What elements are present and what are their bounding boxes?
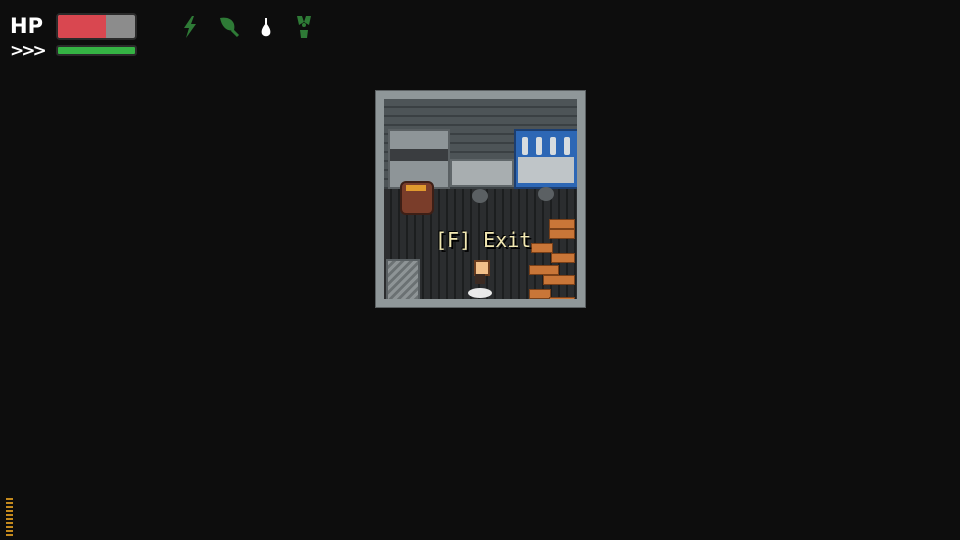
workbench[interactable] — [450, 159, 514, 187]
bunk-shelf — [388, 129, 450, 189]
crate — [529, 289, 551, 299]
wrench-icon — [564, 137, 570, 155]
exit-stairs[interactable] — [386, 259, 420, 299]
status-effects — [178, 14, 316, 40]
stamina-icon: >>> — [10, 41, 47, 61]
hp-label: HP — [10, 14, 43, 38]
crate — [549, 229, 575, 239]
drop-icon — [261, 18, 271, 37]
stamina-bar — [56, 45, 137, 56]
barrel[interactable] — [400, 181, 434, 215]
corner-indicator — [6, 498, 13, 536]
exit-prompt: [F] Exit — [435, 228, 532, 252]
player-body — [475, 274, 485, 284]
crate-stack[interactable] — [529, 219, 575, 299]
crate — [543, 275, 575, 285]
crate — [549, 297, 575, 299]
hp-bar-fill — [58, 15, 106, 38]
tool-board-shelf — [518, 157, 574, 183]
crate — [551, 253, 575, 263]
tool-board[interactable] — [514, 129, 577, 189]
radiation-icon — [297, 16, 311, 38]
wrench-icon — [536, 137, 542, 155]
wrench-icon — [522, 137, 528, 155]
stool — [538, 187, 554, 201]
leaf-icon — [220, 17, 240, 38]
hp-bar — [56, 13, 137, 40]
wrench-icon — [550, 137, 556, 155]
lightning-icon — [184, 16, 196, 38]
stamina-bar-fill — [58, 47, 135, 54]
player-character — [471, 258, 490, 286]
crate — [529, 265, 559, 275]
crate — [549, 219, 575, 229]
player-light — [468, 288, 492, 298]
stool — [472, 189, 488, 203]
crate — [531, 243, 553, 253]
